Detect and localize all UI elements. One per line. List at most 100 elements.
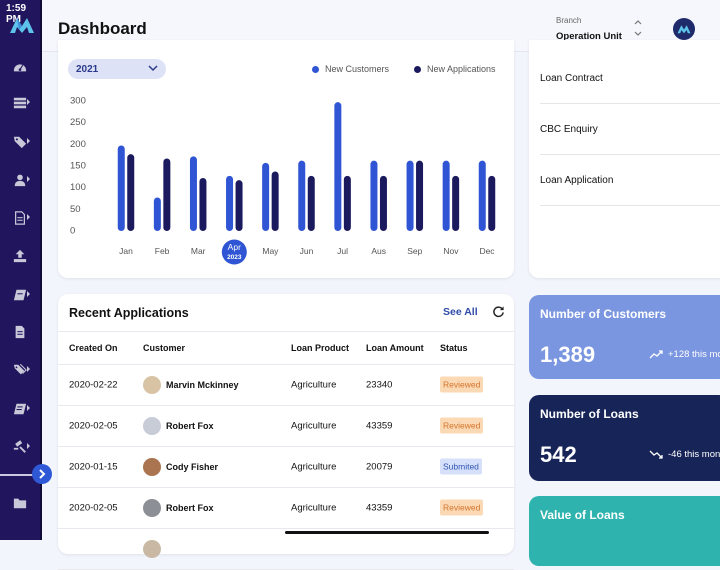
sidebar-expand-button[interactable] (32, 464, 52, 484)
column-header-loan-amount[interactable]: Loan Amount (366, 343, 424, 353)
sidebar-item-folders[interactable] (0, 491, 40, 515)
column-header-status[interactable]: Status (440, 343, 468, 353)
status-badge: Reviewed (440, 376, 484, 393)
sidebar-item-servers[interactable] (0, 91, 40, 115)
stat-trend-text: -46 this month (668, 449, 720, 460)
y-tick-label: 300 (70, 96, 86, 107)
x-tick-label: Feb (155, 246, 170, 256)
gavel-icon (13, 440, 26, 453)
chevron-up-down-icon[interactable] (632, 17, 644, 39)
legend-item-new-customers[interactable]: New Customers (312, 64, 389, 74)
stat-value: 542 (540, 442, 577, 467)
bar-new-applications-jul[interactable] (343, 175, 351, 231)
customer-avatar (143, 417, 161, 435)
sidebar-item-ledger[interactable] (0, 283, 40, 307)
sidebar-item-legal[interactable] (0, 435, 40, 459)
chevron-down-icon (148, 65, 158, 72)
column-header-customer[interactable]: Customer (143, 343, 185, 353)
trend-up-icon (649, 350, 663, 359)
bar-new-applications-may[interactable] (271, 171, 279, 232)
x-tick-label: Sep (407, 246, 422, 256)
bar-new-applications-jun[interactable] (307, 175, 315, 231)
stat-title: Value of Loans (540, 508, 625, 522)
sidebar-item-documents[interactable] (0, 206, 40, 230)
bar-new-applications-dec[interactable] (488, 175, 496, 231)
bar-new-applications-sep[interactable] (416, 160, 424, 231)
table-row[interactable]: 2020-02-22 Marvin Mckinney Agriculture 2334… (58, 365, 514, 406)
customer-cell: Robert Fox (143, 417, 214, 435)
bar-new-customers-aus[interactable] (370, 160, 378, 231)
tag-icon (13, 136, 27, 149)
y-tick-label: 0 (70, 226, 75, 237)
document-icon (15, 211, 25, 225)
bar-new-customers-apr[interactable] (226, 175, 234, 231)
bar-new-customers-may[interactable] (262, 162, 270, 231)
sidebar-item-tags[interactable] (0, 130, 40, 154)
sidebar-item-upload[interactable] (0, 244, 40, 268)
bar-new-applications-jan[interactable] (127, 154, 135, 231)
quick-link-loan-contract[interactable]: Loan Contract (540, 54, 720, 104)
bar-new-customers-feb[interactable] (153, 197, 161, 232)
table-row-partial[interactable] (58, 529, 514, 570)
bar-new-customers-jun[interactable] (298, 160, 306, 231)
see-all-link[interactable]: See All (443, 306, 478, 318)
stat-title: Number of Loans (540, 407, 639, 421)
sidebar-item-files[interactable] (0, 320, 40, 344)
bar-new-customers-mar[interactable] (189, 156, 197, 231)
y-tick-label: 100 (70, 182, 86, 193)
submenu-caret-icon (27, 176, 30, 182)
refresh-icon[interactable] (492, 305, 505, 318)
created-on-cell: 2020-02-05 (69, 502, 118, 514)
sidebar-item-dashboard[interactable] (0, 55, 40, 79)
bar-chart: 0 50 100 150 200 250 300 Jan Feb Mar Apr 2023 May Jun… (70, 96, 496, 265)
submenu-caret-icon (27, 291, 30, 297)
bar-new-customers-jan[interactable] (117, 145, 125, 232)
book-icon (13, 403, 27, 415)
sidebar-item-books[interactable] (0, 397, 40, 421)
bar-new-applications-mar[interactable] (199, 178, 207, 231)
loan-amount-cell: 23340 (366, 379, 393, 391)
bar-new-customers-dec[interactable] (478, 160, 486, 231)
x-tick-label: Jul (337, 246, 348, 256)
status-cell: Reviewed (440, 417, 484, 434)
bar-new-applications-feb[interactable] (163, 158, 171, 232)
sidebar-item-labels[interactable] (0, 358, 40, 382)
dashboard-gauge-icon (13, 64, 27, 72)
customer-name: Marvin Mckinney (166, 380, 239, 390)
status-cell: Submited (440, 458, 482, 475)
sidebar: 1:59 PM (0, 0, 42, 540)
status-badge: Reviewed (440, 417, 484, 434)
bar-new-applications-aus[interactable] (379, 175, 387, 231)
loan-product-cell: Agriculture (291, 379, 337, 391)
bar-new-customers-sep[interactable] (406, 160, 414, 231)
column-header-created-on[interactable]: Created On (69, 343, 118, 353)
x-tick-sublabel: 2023 (227, 254, 242, 261)
loan-amount-cell: 43359 (366, 502, 393, 514)
trend-down-icon (649, 450, 663, 459)
bar-new-customers-jul[interactable] (334, 102, 342, 232)
legend-item-new-applications[interactable]: New Applications (414, 64, 496, 74)
stat-title: Number of Customers (540, 307, 667, 321)
app-logo[interactable] (9, 16, 35, 34)
year-select[interactable]: 2021 (68, 59, 166, 79)
table-row[interactable]: 2020-02-05 Robert Fox Agriculture 43359 Revi… (58, 406, 514, 447)
customer-name: Robert Fox (166, 503, 214, 513)
customer-cell: Marvin Mckinney (143, 376, 239, 394)
recent-applications-title: Recent Applications (69, 306, 189, 320)
sidebar-item-users[interactable] (0, 168, 40, 192)
customer-avatar (143, 499, 161, 517)
table-row[interactable]: 2020-02-05 Robert Fox Agriculture 43359 Revi… (58, 488, 514, 529)
table-row[interactable]: 2020-01-15 Cody Fisher Agriculture 20079 Sub… (58, 447, 514, 488)
bar-new-applications-nov[interactable] (452, 175, 460, 231)
column-header-loan-product[interactable]: Loan Product (291, 343, 349, 353)
stat-card-customers[interactable]: Number of Customers 1,389 +128 this mont… (529, 295, 720, 379)
quick-link-loan-application[interactable]: Loan Application (540, 156, 720, 206)
bar-new-customers-nov[interactable] (442, 160, 450, 231)
quick-link-cbc-enquiry[interactable]: CBC Enquiry (540, 105, 720, 155)
stat-card-loans[interactable]: Number of Loans 542 -46 this month (529, 395, 720, 481)
user-avatar[interactable] (673, 18, 695, 40)
stat-card-loan-value[interactable]: Value of Loans (529, 496, 720, 566)
bar-new-applications-apr[interactable] (235, 180, 243, 231)
created-on-cell: 2020-02-05 (69, 420, 118, 432)
customer-avatar (143, 458, 161, 476)
